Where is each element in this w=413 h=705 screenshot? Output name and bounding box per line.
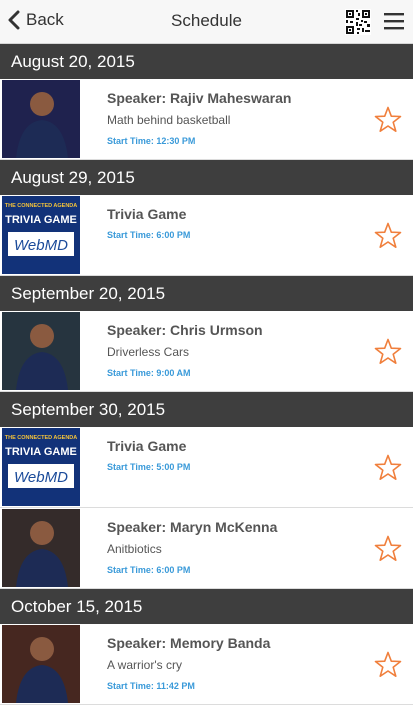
event-start-time: Start Time: 11:42 PM [107, 681, 195, 691]
favorite-star-icon[interactable] [374, 338, 402, 370]
event-text: Speaker: Memory Banda A warrior's cry Star… [107, 635, 353, 691]
event-title: Trivia Game [107, 206, 187, 222]
event-row[interactable]: Speaker: Memory Banda A warrior's cry Star… [0, 624, 413, 705]
speaker-photo [2, 312, 80, 390]
trivia-logo-tagline: THE CONNECTED AGENDA [5, 203, 78, 209]
event-text: Speaker: Maryn McKenna Anitbiotics Start T… [107, 519, 353, 575]
qr-code-icon[interactable] [345, 9, 371, 40]
event-text: Speaker: Rajiv Maheswaran Math behind bas… [107, 90, 353, 146]
top-bar: Back Schedule [0, 0, 413, 44]
event-subtitle: A warrior's cry [107, 658, 182, 672]
event-subtitle: Driverless Cars [107, 345, 190, 359]
event-start-time: Start Time: 9:00 AM [107, 368, 191, 378]
trivia-logo-title: TRIVIA GAME [5, 446, 77, 458]
event-start-time: Start Time: 6:00 PM [107, 230, 191, 240]
menu-icon[interactable] [383, 11, 405, 36]
event-title: Speaker: Rajiv Maheswaran [107, 90, 292, 106]
event-text: Trivia Game Start Time: 5:00 PM [107, 438, 353, 472]
event-start-time: Start Time: 6:00 PM [107, 565, 191, 575]
event-title: Speaker: Memory Banda [107, 635, 271, 651]
date-header: August 20, 2015 [0, 44, 413, 79]
date-header: August 29, 2015 [0, 160, 413, 195]
event-start-time: Start Time: 12:30 PM [107, 136, 196, 146]
date-header: September 20, 2015 [0, 276, 413, 311]
event-text: Trivia Game Start Time: 6:00 PM [107, 206, 353, 240]
event-text: Speaker: Chris Urmson Driverless Cars Star… [107, 322, 353, 378]
event-title: Speaker: Chris Urmson [107, 322, 263, 338]
schedule-list: August 20, 2015 Speaker: Rajiv Maheswaran… [0, 44, 413, 705]
speaker-photo [2, 625, 80, 703]
event-start-time: Start Time: 5:00 PM [107, 462, 191, 472]
favorite-star-icon[interactable] [374, 454, 402, 486]
date-header: September 30, 2015 [0, 392, 413, 427]
trivia-logo-title: TRIVIA GAME [5, 214, 77, 226]
event-title: Speaker: Maryn McKenna [107, 519, 278, 535]
event-row[interactable]: Speaker: Chris Urmson Driverless Cars Star… [0, 311, 413, 392]
favorite-star-icon[interactable] [374, 651, 402, 683]
event-row[interactable]: Speaker: Rajiv Maheswaran Math behind bas… [0, 79, 413, 160]
date-header: October 15, 2015 [0, 589, 413, 624]
favorite-star-icon[interactable] [374, 535, 402, 567]
event-row[interactable]: THE CONNECTED AGENDA TRIVIA GAME WebMD Triv… [0, 195, 413, 276]
event-subtitle: Math behind basketball [107, 113, 231, 127]
speaker-photo [2, 80, 80, 158]
event-row[interactable]: THE CONNECTED AGENDA TRIVIA GAME WebMD Triv… [0, 427, 413, 508]
favorite-star-icon[interactable] [374, 222, 402, 254]
speaker-photo [2, 509, 80, 587]
trivia-logo-image: THE CONNECTED AGENDA TRIVIA GAME WebMD [2, 428, 80, 506]
event-row[interactable]: Speaker: Maryn McKenna Anitbiotics Start T… [0, 508, 413, 589]
trivia-logo-brand: WebMD [14, 237, 68, 254]
favorite-star-icon[interactable] [374, 106, 402, 138]
trivia-logo-brand: WebMD [14, 469, 68, 486]
event-subtitle: Anitbiotics [107, 542, 162, 556]
trivia-logo-image: THE CONNECTED AGENDA TRIVIA GAME WebMD [2, 196, 80, 274]
event-title: Trivia Game [107, 438, 187, 454]
trivia-logo-tagline: THE CONNECTED AGENDA [5, 435, 78, 441]
